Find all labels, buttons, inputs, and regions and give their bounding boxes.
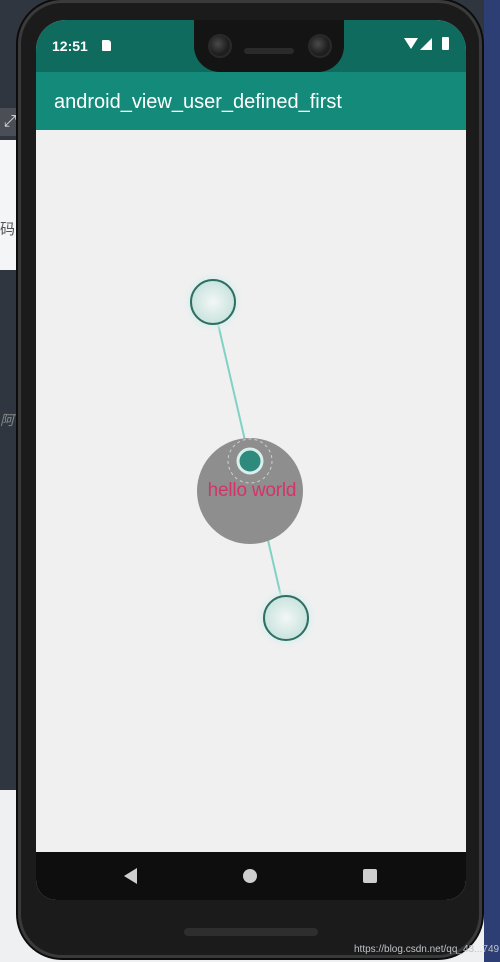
- top-anchor-handle[interactable]: [190, 279, 236, 325]
- phone-frame: 12:51 android_view_user_defined_first he…: [18, 0, 482, 958]
- wifi-icon: [404, 38, 418, 49]
- status-bar: 12:51: [36, 20, 466, 72]
- app-title: android_view_user_defined_first: [54, 91, 342, 113]
- app-bar: android_view_user_defined_first: [36, 72, 466, 130]
- expand-icon[interactable]: ⤢: [0, 108, 20, 136]
- hello-world-label: hello world: [207, 480, 297, 501]
- watermark: https://blog.csdn.net/qq_43...749: [354, 944, 500, 955]
- bottom-speaker: [184, 928, 318, 936]
- status-time: 12:51: [52, 38, 88, 54]
- custom-view-canvas[interactable]: hello world: [36, 130, 466, 852]
- camera-icon: [308, 34, 332, 58]
- camera-icon: [208, 34, 232, 58]
- bottom-anchor-handle[interactable]: [263, 595, 309, 641]
- home-icon[interactable]: [243, 869, 257, 883]
- camera-notch: [194, 20, 344, 72]
- earpiece: [244, 48, 294, 54]
- battery-icon: [442, 37, 449, 50]
- recent-apps-icon[interactable]: [363, 869, 377, 883]
- center-handle[interactable]: [236, 447, 264, 475]
- sd-card-icon: [102, 40, 111, 51]
- navigation-bar: [36, 852, 466, 900]
- background-panel: [484, 0, 500, 962]
- signal-icon: [420, 38, 432, 50]
- phone-screen: 12:51 android_view_user_defined_first he…: [36, 20, 466, 900]
- back-icon[interactable]: [124, 868, 137, 884]
